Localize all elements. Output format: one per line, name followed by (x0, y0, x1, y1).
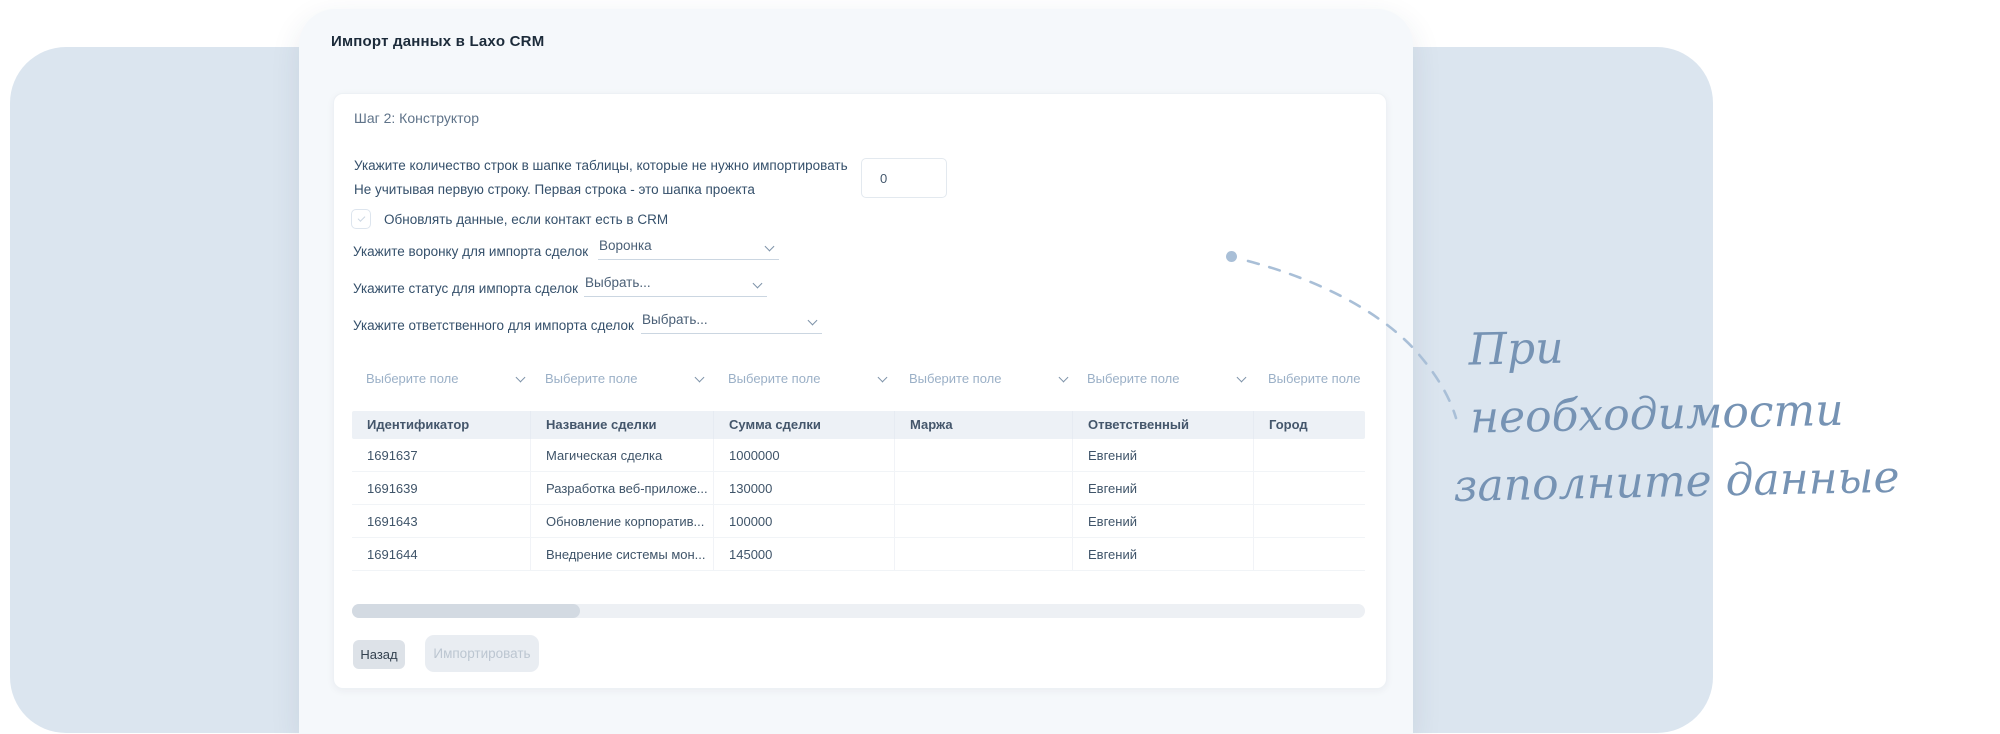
chevron-down-icon (752, 278, 763, 289)
field-select-2[interactable]: Выберите поле (531, 367, 714, 393)
annotation-line-2: заполните данные (1452, 451, 1901, 513)
field-select-5[interactable]: Выберите поле (1073, 367, 1254, 393)
field-select-placeholder: Выберите поле (1087, 371, 1180, 386)
cell-responsible: Евгений (1073, 505, 1254, 538)
field-select-placeholder: Выберите поле (728, 371, 821, 386)
screenshot-stage: Импорт данных в Laxo CRM Шаг 2: Конструк… (0, 0, 2000, 734)
header-rows-instruction: Укажите количество строк в шапке таблицы… (354, 154, 848, 202)
update-existing-checkbox[interactable] (351, 209, 371, 229)
column-header: Маржа (895, 411, 1073, 439)
constructor-card: Шаг 2: Конструктор Укажите количество ст… (333, 93, 1387, 689)
back-button[interactable]: Назад (353, 640, 405, 669)
cell-responsible: Евгений (1073, 472, 1254, 505)
field-select-placeholder: Выберите поле (909, 371, 1002, 386)
chevron-down-icon (877, 372, 888, 383)
cell-city (1254, 505, 1365, 538)
cell-id: 1691637 (352, 439, 531, 472)
update-existing-row: Обновлять данные, если контакт есть в CR… (351, 209, 668, 229)
table-row: 1691637 Магическая сделка 1000000 Евгени… (352, 439, 1365, 472)
horizontal-scrollbar[interactable] (352, 604, 1365, 618)
responsible-select-label: Укажите ответственного для импорта сдело… (353, 318, 634, 333)
cell-margin (895, 439, 1073, 472)
table-body: 1691637 Магическая сделка 1000000 Евгени… (352, 439, 1365, 571)
cell-amount: 100000 (714, 505, 895, 538)
cell-margin (895, 505, 1073, 538)
cell-id: 1691643 (352, 505, 531, 538)
annotation-line-1: При необходимости (1468, 322, 1845, 444)
responsible-select[interactable]: Выбрать... (641, 312, 822, 334)
cell-amount: 1000000 (714, 439, 895, 472)
import-modal: Импорт данных в Laxo CRM Шаг 2: Конструк… (299, 9, 1413, 734)
cell-margin (895, 472, 1073, 505)
annotation-note: При необходимости заполните данные (1450, 307, 1934, 521)
update-existing-label: Обновлять данные, если контакт есть в CR… (384, 211, 669, 227)
field-select-1[interactable]: Выберите поле (352, 367, 531, 393)
column-header: Сумма сделки (714, 411, 895, 439)
table-header-row: Идентификатор Название сделки Сумма сдел… (352, 411, 1365, 439)
field-select-6[interactable]: Выберите поле (1254, 367, 1365, 393)
status-select-value: Выбрать... (585, 275, 651, 290)
cell-city (1254, 472, 1365, 505)
table-row: 1691639 Разработка веб-приложе... 130000… (352, 472, 1365, 505)
chevron-down-icon (515, 372, 526, 383)
cell-city (1254, 439, 1365, 472)
instruction-line-1: Укажите количество строк в шапке таблицы… (354, 158, 848, 173)
column-header: Город (1269, 417, 1308, 432)
cell-id: 1691639 (352, 472, 531, 505)
field-mapping-row: Выберите поле Выберите поле Выберите пол… (352, 367, 1365, 393)
status-select[interactable]: Выбрать... (584, 275, 767, 297)
chevron-down-icon (807, 315, 818, 326)
field-select-3[interactable]: Выберите поле (714, 367, 895, 393)
funnel-select[interactable]: Воронка (598, 238, 779, 260)
chevron-down-icon (1058, 372, 1069, 383)
checkmark-icon (357, 214, 365, 222)
annotation-dot (1226, 251, 1237, 262)
status-select-label: Укажите статус для импорта сделок (353, 281, 579, 296)
chevron-down-icon (764, 241, 775, 252)
chevron-down-icon (694, 372, 705, 383)
cell-id: 1691644 (352, 538, 531, 571)
chevron-down-icon (1236, 372, 1247, 383)
cell-responsible: Евгений (1073, 439, 1254, 472)
header-rows-count-input[interactable] (861, 158, 947, 198)
column-header: Идентификатор (352, 411, 531, 439)
cell-amount: 145000 (714, 538, 895, 571)
field-select-placeholder: Выберите поле (1268, 371, 1361, 386)
column-header: Ответственный (1073, 411, 1254, 439)
cell-amount: 130000 (714, 472, 895, 505)
step-title: Шаг 2: Конструктор (354, 110, 480, 126)
field-select-4[interactable]: Выберите поле (895, 367, 1073, 393)
table-row: 1691644 Внедрение системы мон... 145000 … (352, 538, 1365, 571)
responsible-select-value: Выбрать... (642, 312, 708, 327)
funnel-select-label: Укажите воронку для импорта сделок (353, 244, 589, 259)
cell-margin (895, 538, 1073, 571)
cell-deal-name: Внедрение системы мон... (531, 538, 714, 571)
funnel-select-value: Воронка (599, 238, 652, 253)
field-select-placeholder: Выберите поле (545, 371, 638, 386)
cell-city (1254, 538, 1365, 571)
cell-responsible: Евгений (1073, 538, 1254, 571)
column-header: Название сделки (531, 411, 714, 439)
instruction-line-2: Не учитывая первую строку. Первая строка… (354, 182, 755, 197)
table-row: 1691643 Обновление корпоратив... 100000 … (352, 505, 1365, 538)
field-select-placeholder: Выберите поле (366, 371, 459, 386)
cell-deal-name: Обновление корпоратив... (531, 505, 714, 538)
cell-deal-name: Разработка веб-приложе... (531, 472, 714, 505)
preview-table: Идентификатор Название сделки Сумма сдел… (352, 411, 1365, 571)
cell-deal-name: Магическая сделка (531, 439, 714, 472)
modal-title: Импорт данных в Laxo CRM (331, 33, 545, 50)
scrollbar-thumb[interactable] (352, 604, 580, 618)
import-button[interactable]: Импортировать (425, 635, 539, 672)
